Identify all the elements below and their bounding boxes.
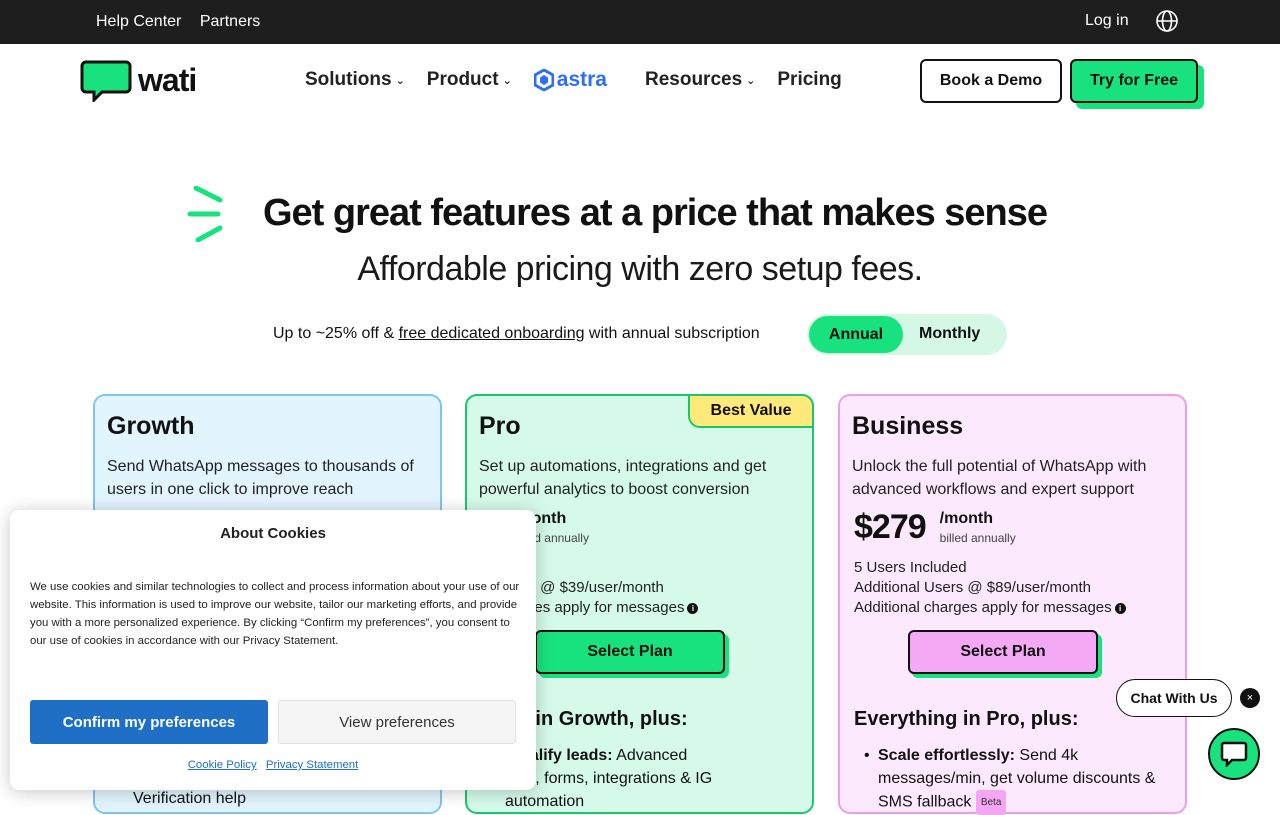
chevron-down-icon: ⌄ (395, 74, 405, 87)
hero-subtitle: Affordable pricing with zero setup fees. (357, 250, 923, 288)
message-charges-row: Additional charges apply for messages i (854, 598, 1126, 618)
nav-solutions-label: Solutions (305, 69, 392, 90)
chevron-down-icon: ⌄ (746, 74, 756, 87)
top-links: Help Center Partners (96, 13, 274, 31)
feature-bold: Scale effortlessly: (878, 747, 1015, 764)
astra-hexagon-icon (533, 69, 554, 91)
nav-menu: Solutions ⌄ Product ⌄ astra Resources ⌄ Pri… (305, 68, 864, 92)
astra-label: astra (556, 68, 607, 91)
promo-prefix: Up to ~25% off & (273, 325, 399, 342)
monthly-option[interactable]: Monthly (919, 325, 980, 343)
cookie-policy-link[interactable]: Cookie Policy (188, 759, 257, 771)
plan-meta: 5 Users Included Additional Users @ $89/… (854, 558, 1126, 618)
logo-text: wati (138, 61, 197, 98)
plan-description: Unlock the full potential of WhatsApp wi… (852, 458, 1147, 498)
cookie-body: We use cookies and similar technologies … (30, 581, 520, 647)
nav-pricing[interactable]: Pricing (777, 69, 841, 91)
close-icon[interactable]: × (1240, 688, 1260, 708)
login-link[interactable]: Log in (1085, 12, 1129, 30)
message-charges: Additional charges apply for messages (854, 599, 1112, 616)
nav-product[interactable]: Product ⌄ (427, 69, 512, 91)
feature-text: Advanced (612, 747, 688, 764)
billed-annually: billed annually (939, 531, 1016, 545)
nav-product-label: Product (426, 69, 499, 90)
book-demo-button[interactable]: Book a Demo (920, 59, 1062, 103)
chat-bubble-icon (1220, 741, 1248, 767)
chat-bubble-logo-icon (80, 60, 132, 102)
promo-suffix: with annual subscription (584, 325, 760, 342)
nav-resources-label: Resources (644, 69, 743, 90)
feature-line3: automation (505, 793, 585, 810)
plan-bullet-partial: Verification help (133, 790, 246, 807)
everything-heading: Everything in Pro, plus: (854, 708, 1079, 730)
plan-name: Growth (107, 412, 195, 440)
annual-option[interactable]: Annual (809, 316, 903, 353)
nav-pricing-label: Pricing (777, 69, 842, 90)
chevron-down-icon: ⌄ (502, 74, 512, 87)
plan-description: Send WhatsApp messages to thousands of u… (107, 458, 414, 498)
chat-launcher-button[interactable] (1208, 728, 1260, 780)
additional-users: Additional Users @ $89/user/month (854, 579, 1092, 596)
feature-item: -qualify leads: Advancedbots, forms, int… (491, 744, 795, 813)
price-amount: $279 (854, 508, 927, 546)
billing-toggle[interactable]: Annual Monthly (807, 314, 1007, 355)
feature-line2: bots, forms, integrations & IG (505, 770, 713, 787)
partners-link[interactable]: Partners (200, 13, 260, 30)
try-free-button-wrap: Try for Free (1070, 59, 1204, 109)
select-plan-button[interactable]: Select Plan (535, 630, 725, 674)
try-free-button[interactable]: Try for Free (1070, 59, 1198, 103)
cookie-title: About Cookies (220, 525, 326, 542)
cookie-links: Cookie Policy Privacy Statement (10, 759, 536, 771)
select-plan-wrap: Select Plan (535, 630, 729, 678)
help-center-link[interactable]: Help Center (96, 13, 181, 30)
select-plan-wrap: Select Plan (908, 630, 1102, 678)
wati-logo[interactable]: wati (80, 58, 197, 102)
beta-badge: Beta (975, 790, 1007, 815)
per-month: /month (939, 510, 993, 527)
onboarding-link[interactable]: free dedicated onboarding (399, 325, 585, 342)
plan-price: $279 /month billed annually (854, 508, 1016, 547)
confirm-preferences-button[interactable]: Confirm my preferences (30, 700, 268, 744)
main-nav: wati Solutions ⌄ Product ⌄ astra Resources… (0, 44, 1280, 120)
plan-card-business: Business Unlock the full potential of Wh… (838, 394, 1187, 815)
users-included: 5 Users Included (854, 559, 967, 576)
promo-text: Up to ~25% off & free dedicated onboardi… (273, 325, 760, 343)
plan-description: Set up automations, integrations and get… (479, 458, 767, 498)
nav-solutions[interactable]: Solutions ⌄ (305, 69, 405, 91)
feature-list: -qualify leads: Advancedbots, forms, int… (491, 744, 795, 813)
top-bar: Help Center Partners Log in (0, 0, 1280, 44)
info-icon[interactable]: i (1114, 602, 1126, 614)
price-period: /month billed annually (940, 510, 1016, 545)
nav-astra[interactable]: astra (533, 68, 607, 92)
info-icon[interactable]: i (687, 602, 699, 614)
cookie-dialog: About Cookies We use cookies and similar… (10, 510, 536, 790)
nav-resources[interactable]: Resources ⌄ (645, 69, 755, 91)
chat-with-us-label[interactable]: Chat With Us (1116, 679, 1232, 717)
hero-title: Get great features at a price that makes… (262, 192, 1048, 234)
plan-name: Business (852, 412, 964, 440)
view-preferences-button[interactable]: View preferences (278, 700, 516, 744)
feature-item: Scale effortlessly: Send 4k messages/min… (864, 744, 1168, 815)
globe-icon[interactable] (1155, 9, 1179, 33)
privacy-statement-link[interactable]: Privacy Statement (266, 759, 358, 771)
best-value-badge: Best Value (688, 394, 814, 428)
feature-list: Scale effortlessly: Send 4k messages/min… (864, 744, 1168, 815)
select-plan-button[interactable]: Select Plan (908, 630, 1098, 674)
